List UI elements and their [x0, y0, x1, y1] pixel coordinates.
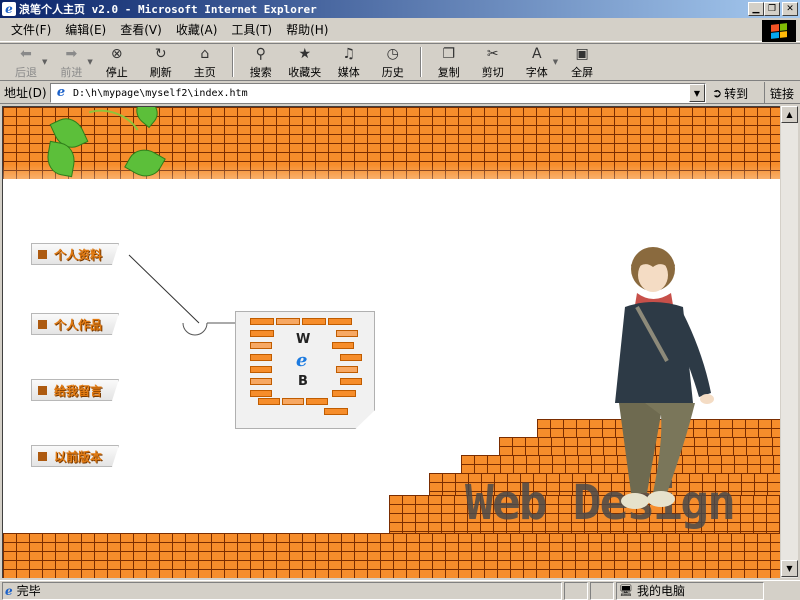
- history-icon: ◷: [386, 45, 399, 62]
- address-bar: 地址(D) e D:\h\mypage\myself2\index.htm ▼ …: [0, 82, 800, 104]
- toolbar-separator: [419, 47, 422, 77]
- nav-bullet-icon: [38, 451, 47, 461]
- close-button[interactable]: ✕: [782, 2, 798, 16]
- nav-old-version-button[interactable]: 以前版本: [31, 445, 119, 467]
- menu-favorites[interactable]: 收藏(A): [169, 21, 225, 39]
- windows-logo-icon: [762, 20, 796, 42]
- brick-wall-bottom: [3, 533, 780, 578]
- media-button[interactable]: ♫ 媒体: [327, 44, 371, 80]
- stop-button[interactable]: ⊗ 停止: [95, 44, 139, 80]
- nav-guestbook-button[interactable]: 给我留言: [31, 379, 119, 401]
- web-letter: e: [296, 350, 308, 371]
- fullscreen-button[interactable]: ▣ 全屏: [560, 44, 604, 80]
- address-dropdown-icon[interactable]: ▼: [689, 84, 705, 102]
- status-bar: e 完毕 🖥 我的电脑: [0, 580, 800, 600]
- web-letter: B: [298, 374, 308, 389]
- title-bar: e 浪笔个人主页 v2.0 - Microsoft Internet Explo…: [0, 0, 800, 18]
- links-button[interactable]: 链接: [764, 82, 794, 104]
- address-input[interactable]: e D:\h\mypage\myself2\index.htm ▼: [50, 83, 706, 103]
- go-arrow-icon: ➲: [712, 86, 723, 100]
- address-label: 地址(D): [4, 86, 47, 100]
- favorites-button[interactable]: ★ 收藏夹: [283, 44, 327, 80]
- menu-file[interactable]: 文件(F): [4, 21, 58, 39]
- page-icon: e: [56, 85, 66, 100]
- ie-page-icon: e: [5, 583, 13, 598]
- go-button[interactable]: ➲ 转到: [712, 84, 748, 102]
- scissors-icon: ✂: [486, 45, 499, 62]
- menu-help[interactable]: 帮助(H): [279, 21, 335, 39]
- ie-icon: e: [2, 2, 16, 16]
- forward-arrow-icon: ➡: [65, 45, 78, 62]
- status-pane: [590, 581, 614, 600]
- nav-works-button[interactable]: 个人作品: [31, 313, 119, 335]
- back-arrow-icon: ⬅: [20, 45, 32, 62]
- page-viewport: 个人资料 个人作品 给我留言 以前版本 W e B Web Design: [2, 106, 780, 578]
- minimize-button[interactable]: ▁: [748, 2, 764, 16]
- menu-edit[interactable]: 编辑(E): [58, 21, 113, 39]
- back-dropdown-icon[interactable]: ▼: [42, 58, 47, 66]
- search-button[interactable]: ⚲ 搜索: [239, 44, 283, 80]
- cut-button[interactable]: ✂ 剪切: [471, 44, 515, 80]
- scroll-up-icon[interactable]: ▲: [781, 106, 798, 123]
- window-title: 浪笔个人主页 v2.0 - Microsoft Internet Explore…: [19, 3, 317, 16]
- vertical-scrollbar[interactable]: ▲ ▼: [780, 106, 798, 578]
- menu-tools[interactable]: 工具(T): [224, 21, 279, 39]
- menu-bar: 文件(F) 编辑(E) 查看(V) 收藏(A) 工具(T) 帮助(H): [0, 18, 800, 42]
- toolbar-separator: [231, 47, 234, 77]
- menu-view[interactable]: 查看(V): [113, 21, 169, 39]
- web-letter: W: [296, 332, 311, 347]
- font-dropdown-icon[interactable]: ▼: [553, 58, 558, 66]
- my-computer-icon: 🖥: [619, 584, 633, 597]
- home-button[interactable]: ⌂ 主页: [183, 44, 227, 80]
- nav-bullet-icon: [38, 249, 47, 259]
- maximize-button[interactable]: ❐: [764, 2, 780, 16]
- fullscreen-icon: ▣: [575, 45, 589, 62]
- refresh-button[interactable]: ↻ 刷新: [139, 44, 183, 80]
- refresh-icon: ↻: [154, 45, 167, 62]
- nav-bullet-icon: [38, 385, 47, 395]
- copy-icon: ❐: [442, 45, 456, 62]
- window-controls: ▁ ❐ ✕: [748, 2, 798, 16]
- nav-bullet-icon: [38, 319, 47, 329]
- status-text-pane: e 完毕: [2, 581, 562, 600]
- font-icon: A: [531, 45, 542, 62]
- security-zone-pane: 🖥 我的电脑: [616, 581, 764, 600]
- search-icon: ⚲: [255, 45, 266, 62]
- media-icon: ♫: [342, 45, 356, 62]
- home-icon: ⌂: [200, 45, 210, 62]
- anime-character-illustration: [615, 247, 714, 509]
- scroll-down-icon[interactable]: ▼: [781, 560, 798, 577]
- favorites-icon: ★: [298, 45, 312, 62]
- nav-profile-button[interactable]: 个人资料: [31, 243, 119, 265]
- toolbar: ⬅ 后退 ▼ ➡ 前进 ▼ ⊗ 停止 ↻ 刷新 ⌂ 主页 ⚲ 搜索 ★ 收藏夹 …: [0, 43, 800, 81]
- history-button[interactable]: ◷ 历史: [371, 44, 415, 80]
- copy-button[interactable]: ❐ 复制: [427, 44, 471, 80]
- status-pane: [564, 581, 588, 600]
- forward-dropdown-icon[interactable]: ▼: [87, 58, 92, 66]
- address-url[interactable]: D:\h\mypage\myself2\index.htm: [73, 88, 248, 99]
- stop-icon: ⊗: [110, 45, 123, 62]
- web-logo-panel: W e B: [235, 311, 375, 429]
